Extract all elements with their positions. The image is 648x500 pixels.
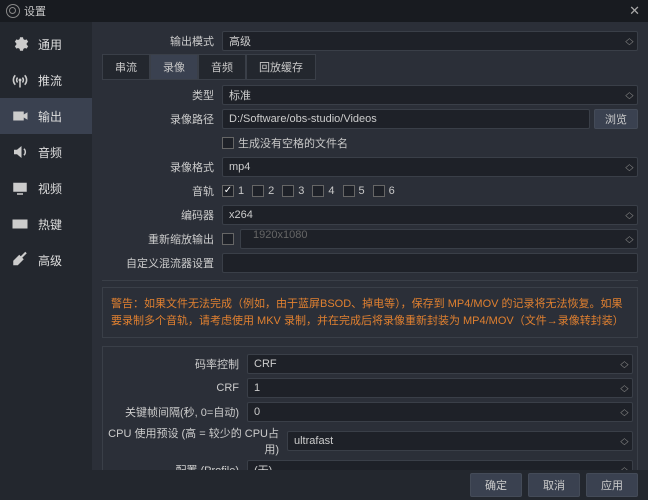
- keyint-label: 关键帧间隔(秒, 0=自动): [107, 404, 247, 420]
- rescale-value: 1920x1080: [247, 229, 631, 249]
- sidebar-item-label: 音频: [38, 144, 62, 161]
- sidebar-item-label: 高级: [38, 252, 62, 269]
- audio-icon: [10, 142, 30, 162]
- divider: [102, 280, 638, 281]
- encoder-label: 编码器: [102, 207, 222, 223]
- track-3-checkbox[interactable]: [282, 185, 294, 197]
- sidebar-item-label: 视频: [38, 180, 62, 197]
- rescale-label: 重新缩放输出: [102, 231, 222, 247]
- profile-select[interactable]: (无): [247, 460, 633, 470]
- sidebar-item-label: 热键: [38, 216, 62, 233]
- warning-text: 警告：如果文件无法完成（例如，由于蓝屏BSOD、掉电等），保存到 MP4/MOV…: [102, 287, 638, 338]
- video-icon: [10, 178, 30, 198]
- sidebar-item-label: 通用: [38, 36, 62, 53]
- encoder-settings-group: 码率控制 CRF CRF 1 关键帧间隔(秒, 0=自动) 0 CPU 使用预设…: [102, 346, 638, 470]
- output-tabs: 串流 录像 音频 回放缓存: [102, 54, 638, 80]
- apply-button[interactable]: 应用: [586, 473, 638, 497]
- track-6-checkbox[interactable]: [373, 185, 385, 197]
- sidebar-item-hotkeys[interactable]: 热键: [0, 206, 92, 242]
- rec-type-label: 类型: [102, 87, 222, 103]
- crf-input[interactable]: 1: [247, 378, 633, 398]
- rec-format-select[interactable]: mp4: [222, 157, 638, 177]
- stream-icon: [10, 70, 30, 90]
- window-title: 设置: [24, 3, 46, 19]
- rec-format-label: 录像格式: [102, 159, 222, 175]
- rescale-checkbox[interactable]: [222, 233, 234, 245]
- track-4-checkbox[interactable]: [312, 185, 324, 197]
- sidebar: 通用 推流 输出 音频 视频 热键 高级: [0, 22, 92, 470]
- profile-label: 配置 (Profile): [107, 462, 247, 470]
- nospace-label: 生成没有空格的文件名: [238, 135, 348, 151]
- sidebar-item-audio[interactable]: 音频: [0, 134, 92, 170]
- tab-replay[interactable]: 回放缓存: [246, 54, 316, 80]
- sidebar-item-advanced[interactable]: 高级: [0, 242, 92, 278]
- rate-control-label: 码率控制: [107, 356, 247, 372]
- tab-audio[interactable]: 音频: [198, 54, 246, 80]
- keyint-input[interactable]: 0: [247, 402, 633, 422]
- sidebar-item-video[interactable]: 视频: [0, 170, 92, 206]
- sidebar-item-stream[interactable]: 推流: [0, 62, 92, 98]
- titlebar: 设置 ✕: [0, 0, 648, 22]
- preset-select[interactable]: ultrafast: [287, 431, 633, 451]
- content-panel: 输出模式 高级 串流 录像 音频 回放缓存 类型 标准 录像路径 浏览 生成没有…: [92, 22, 648, 470]
- rec-path-label: 录像路径: [102, 111, 222, 127]
- crf-label: CRF: [107, 382, 247, 394]
- nospace-checkbox[interactable]: [222, 137, 234, 149]
- footer: 确定 取消 应用: [0, 470, 648, 500]
- sidebar-item-label: 推流: [38, 72, 62, 89]
- muxer-input[interactable]: [222, 253, 638, 273]
- gear-icon: [10, 34, 30, 54]
- encoder-select[interactable]: x264: [222, 205, 638, 225]
- cancel-button[interactable]: 取消: [528, 473, 580, 497]
- output-mode-select[interactable]: 高级: [222, 31, 638, 51]
- close-icon[interactable]: ✕: [629, 3, 640, 19]
- track-2-checkbox[interactable]: [252, 185, 264, 197]
- browse-button[interactable]: 浏览: [594, 109, 638, 129]
- tools-icon: [10, 250, 30, 270]
- app-logo-icon: [6, 4, 20, 18]
- rec-type-select[interactable]: 标准: [222, 85, 638, 105]
- output-icon: [10, 106, 30, 126]
- track-5-checkbox[interactable]: [343, 185, 355, 197]
- sidebar-item-label: 输出: [38, 108, 62, 125]
- muxer-label: 自定义混流器设置: [102, 255, 222, 271]
- sidebar-item-output[interactable]: 输出: [0, 98, 92, 134]
- tab-streaming[interactable]: 串流: [102, 54, 150, 80]
- rec-path-input[interactable]: [222, 109, 590, 129]
- sidebar-item-general[interactable]: 通用: [0, 26, 92, 62]
- tab-recording[interactable]: 录像: [150, 54, 198, 80]
- output-mode-label: 输出模式: [102, 33, 222, 49]
- preset-label: CPU 使用预设 (高 = 较少的 CPU占用): [107, 425, 287, 457]
- keyboard-icon: [10, 214, 30, 234]
- tracks-label: 音轨: [102, 183, 222, 199]
- rate-control-select[interactable]: CRF: [247, 354, 633, 374]
- ok-button[interactable]: 确定: [470, 473, 522, 497]
- track-1-checkbox[interactable]: [222, 185, 234, 197]
